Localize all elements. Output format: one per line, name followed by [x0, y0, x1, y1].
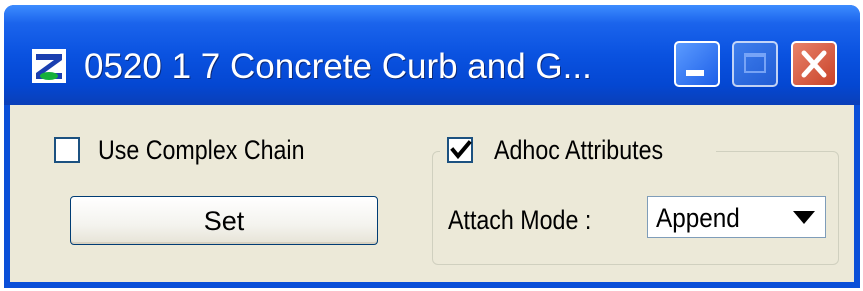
attach-mode-value: Append: [656, 203, 740, 233]
dialog-body: Use Complex Chain Set Adhoc Attributes A…: [10, 105, 854, 282]
attach-mode-dropdown[interactable]: Append: [647, 196, 826, 238]
dialog-window: 0520 1 7 Concrete Curb and G... Use Comp…: [4, 5, 860, 288]
checkmark-icon: [450, 140, 472, 160]
maximize-button[interactable]: [732, 41, 778, 87]
adhoc-attributes-checkbox[interactable]: [447, 137, 473, 163]
close-button[interactable]: [791, 41, 837, 87]
minimize-button[interactable]: [674, 41, 720, 87]
set-button[interactable]: Set: [70, 196, 378, 245]
adhoc-attributes-label: Adhoc Attributes: [494, 135, 664, 165]
chevron-down-icon[interactable]: [787, 201, 821, 233]
maximize-icon: [744, 53, 766, 73]
window-title: 0520 1 7 Concrete Curb and G...: [84, 47, 592, 86]
close-icon: [801, 50, 827, 78]
use-complex-chain-checkbox[interactable]: [54, 137, 80, 163]
use-complex-chain-label: Use Complex Chain: [98, 135, 305, 165]
attach-mode-label: Attach Mode :: [448, 205, 592, 235]
title-bar[interactable]: 0520 1 7 Concrete Curb and G...: [4, 5, 860, 105]
app-icon: [32, 49, 66, 83]
minimize-icon: [686, 70, 704, 76]
set-button-label: Set: [203, 206, 245, 236]
